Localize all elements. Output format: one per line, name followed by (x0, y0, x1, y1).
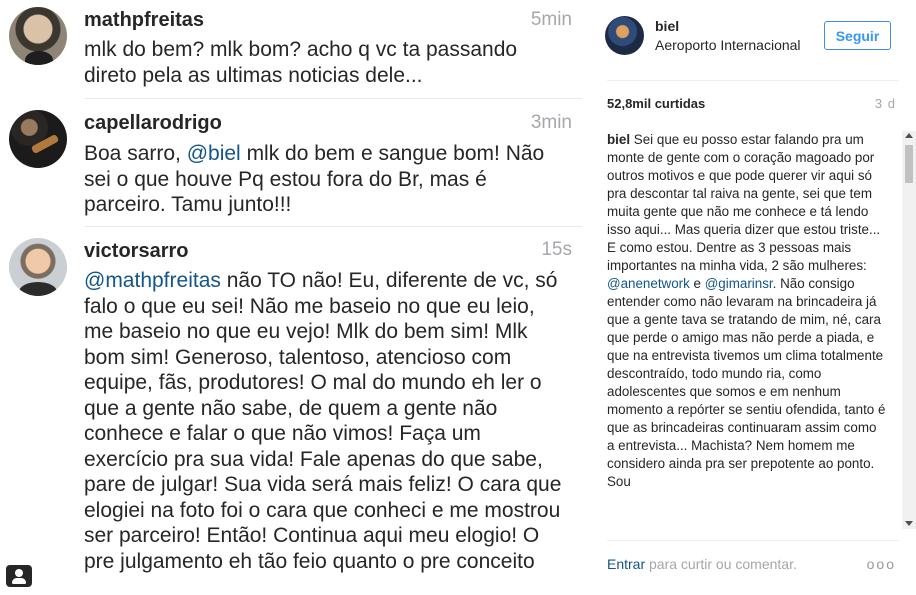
caption-text: . Não consigo entender como não levaram … (607, 276, 886, 489)
post-username[interactable]: biel (655, 18, 679, 34)
login-link[interactable]: Entrar (607, 556, 645, 572)
avatar[interactable] (9, 238, 67, 296)
comment-time: 15s (541, 239, 572, 260)
comment-time: 3min (530, 112, 572, 133)
comment-text: @mathpfreitas não TO não! Eu, diferente … (84, 268, 564, 574)
comment-time: 5min (530, 9, 572, 30)
divider (607, 80, 899, 81)
more-options-icon[interactable]: ooo (867, 556, 896, 572)
caption-text: Sei que eu posso estar falando pra um mo… (607, 132, 881, 273)
avatar[interactable] (9, 7, 67, 65)
avatar[interactable] (605, 16, 644, 55)
comment-thread: mathpfreitas 5min mlk do bem? mlk bom? a… (0, 0, 592, 595)
follow-button[interactable]: Seguir (824, 21, 891, 50)
comment-prompt-row: Entrar para curtir ou comentar. (607, 556, 797, 572)
caption-scrollbar[interactable] (902, 131, 916, 529)
caption-text: e (689, 276, 705, 291)
scroll-up-arrow-icon[interactable] (905, 133, 913, 138)
comment-text: Boa sarro, @biel mlk do bem e sangue bom… (84, 141, 564, 218)
comment-text: mlk do bem? mlk bom? acho q vc ta passan… (84, 38, 518, 87)
divider (84, 98, 582, 99)
comment-username[interactable]: capellarodrigo (84, 112, 222, 135)
mention-link[interactable]: @mathpfreitas (84, 269, 221, 292)
post-location[interactable]: Aeroporto Internacional (655, 37, 805, 53)
mention-link[interactable]: @gimarinsr (705, 276, 773, 291)
comment-prompt: para curtir ou comentar. (645, 556, 797, 572)
likes-count[interactable]: 52,8mil curtidas (607, 96, 705, 111)
comment-username[interactable]: mathpfreitas (84, 9, 204, 32)
divider (607, 540, 899, 541)
scroll-down-arrow-icon[interactable] (905, 521, 913, 526)
user-icon[interactable] (6, 565, 32, 587)
caption-scroll-area[interactable]: biel Sei que eu posso estar falando pra … (607, 131, 887, 529)
caption-username[interactable]: biel (607, 132, 630, 147)
comment-text-pre: Boa sarro, (84, 142, 187, 165)
mention-link[interactable]: @anenetwork (607, 276, 690, 291)
comment-text-post: não TO não! Eu, diferente de vc, só falo… (84, 269, 562, 573)
scrollbar-thumb[interactable] (905, 145, 913, 183)
comment-username[interactable]: victorsarro (84, 240, 189, 263)
post-panel: biel Aeroporto Internacional Seguir 52,8… (592, 0, 916, 595)
divider (84, 226, 582, 227)
caption: biel Sei que eu posso estar falando pra … (607, 131, 887, 491)
mention-link[interactable]: @biel (187, 142, 241, 165)
avatar[interactable] (9, 110, 67, 168)
post-age: 3 d (874, 96, 896, 111)
